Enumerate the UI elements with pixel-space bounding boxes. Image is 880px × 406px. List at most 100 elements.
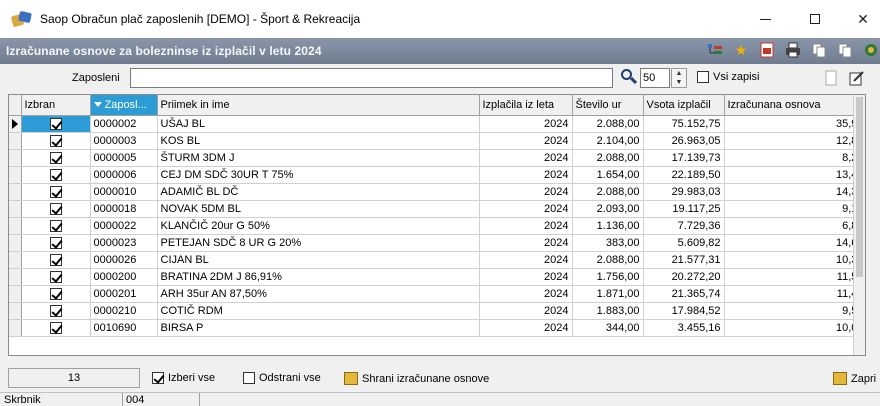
- favorite-star-icon[interactable]: ★: [732, 41, 750, 59]
- row-indicator[interactable]: [9, 268, 22, 286]
- save-bases-label: Shrani izračunane osnove: [362, 372, 490, 385]
- tree-view-icon[interactable]: [706, 41, 724, 59]
- cell-sum: 17.984,52: [643, 302, 725, 320]
- cell-hours: 2.088,00: [572, 183, 644, 201]
- row-indicator[interactable]: [9, 234, 22, 252]
- table-row[interactable]: 0010690 BIRSA P 2024 344,00 3.455,16 10,04: [9, 319, 865, 337]
- table-row[interactable]: 0000006 CEJ DM SDČ 30UR T 75% 2024 1.654,00…: [9, 166, 865, 184]
- row-checkbox[interactable]: [49, 134, 62, 147]
- cell-year: 2024: [479, 285, 573, 303]
- column-header-name[interactable]: Priimek in ime: [157, 95, 480, 116]
- row-selected-cell[interactable]: [21, 115, 91, 133]
- column-header-base[interactable]: Izračunana osnova: [724, 95, 865, 116]
- row-indicator[interactable]: [9, 302, 22, 320]
- cell-base: 10,04: [724, 319, 865, 337]
- row-checkbox[interactable]: [49, 253, 62, 266]
- row-checkbox[interactable]: [49, 219, 62, 232]
- row-selected-cell[interactable]: [21, 319, 91, 337]
- close-button[interactable]: ✕: [840, 0, 880, 38]
- row-indicator[interactable]: [9, 166, 22, 184]
- copy-all-icon[interactable]: [836, 41, 854, 59]
- copy-icon[interactable]: [810, 41, 828, 59]
- table-row[interactable]: 0000010 ADAMIČ BL DČ 2024 2.088,00 29.983,03…: [9, 183, 865, 201]
- pdf-icon[interactable]: [758, 41, 776, 59]
- row-checkbox[interactable]: [49, 117, 62, 130]
- row-checkbox[interactable]: [49, 304, 62, 317]
- table-row[interactable]: 0000002 UŠAJ BL 2024 2.088,00 75.152,75 35,99: [9, 115, 865, 133]
- row-checkbox[interactable]: [49, 270, 62, 283]
- document-icon[interactable]: [822, 69, 840, 87]
- column-header-selected[interactable]: Izbran: [21, 95, 91, 116]
- cell-name: COTIČ RDM: [157, 302, 480, 320]
- money-icon[interactable]: [862, 41, 880, 59]
- table-row[interactable]: 0000022 KLANČIČ 20ur G 50% 2024 1.136,00 7.7…: [9, 217, 865, 235]
- row-indicator[interactable]: [9, 200, 22, 218]
- table-row[interactable]: 0000200 BRATINA 2DM J 86,91% 2024 1.756,00 2…: [9, 268, 865, 286]
- close-dialog-icon: [833, 372, 847, 385]
- table-row[interactable]: 0000023 PETEJAN SDČ 8 UR G 20% 2024 383,00 5…: [9, 234, 865, 252]
- row-indicator[interactable]: [9, 115, 22, 133]
- record-limit-spinner[interactable]: ▲ ▼: [671, 68, 687, 88]
- row-checkbox[interactable]: [49, 151, 62, 164]
- row-indicator[interactable]: [9, 183, 22, 201]
- cell-year: 2024: [479, 115, 573, 133]
- employee-label: Zaposleni: [72, 72, 120, 84]
- print-icon[interactable]: [784, 41, 802, 59]
- table-row[interactable]: 0000201 ARH 35ur AN 87,50% 2024 1.871,00 21.…: [9, 285, 865, 303]
- column-header-hours[interactable]: Število ur: [572, 95, 644, 116]
- cell-hours: 1.654,00: [572, 166, 644, 184]
- row-checkbox[interactable]: [49, 168, 62, 181]
- column-header-year[interactable]: Izplačila iz leta: [479, 95, 573, 116]
- maximize-button[interactable]: [792, 0, 838, 38]
- row-indicator[interactable]: [9, 251, 22, 269]
- cell-base: 12,82: [724, 132, 865, 150]
- all-records-toggle[interactable]: Vsi zapisi: [697, 71, 759, 83]
- row-checkbox[interactable]: [49, 236, 62, 249]
- edit-icon[interactable]: [848, 69, 866, 87]
- row-selected-cell[interactable]: [21, 302, 91, 320]
- remove-all-checkbox[interactable]: [243, 372, 255, 384]
- row-selected-cell[interactable]: [21, 234, 91, 252]
- row-selected-cell[interactable]: [21, 149, 91, 167]
- row-checkbox[interactable]: [49, 202, 62, 215]
- row-indicator[interactable]: [9, 217, 22, 235]
- scrollbar-thumb[interactable]: [856, 97, 863, 277]
- row-indicator[interactable]: [9, 319, 22, 337]
- row-indicator[interactable]: [9, 132, 22, 150]
- row-indicator[interactable]: [9, 149, 22, 167]
- table-row[interactable]: 0000210COTIČ RDM20241.883,0017.984,529,5…: [9, 302, 865, 320]
- row-indicator[interactable]: [9, 285, 22, 303]
- table-row[interactable]: 0000005ŠTURM 3DM J20242.088,0017.139,738…: [9, 149, 865, 167]
- row-selected-cell[interactable]: [21, 251, 91, 269]
- employee-search-input[interactable]: [130, 68, 613, 88]
- search-icon[interactable]: [621, 69, 638, 85]
- row-selected-cell[interactable]: [21, 183, 91, 201]
- column-header-employee[interactable]: Zaposl...: [90, 95, 158, 116]
- row-selected-cell[interactable]: [21, 217, 91, 235]
- spin-down-icon[interactable]: ▼: [672, 78, 686, 87]
- save-bases-button[interactable]: Shrani izračunane osnove: [344, 372, 489, 385]
- table-row[interactable]: 0000003 KOS BL 2024 2.104,00 26.963,05 12,82: [9, 132, 865, 150]
- column-header-sum[interactable]: Vsota izplačil: [643, 95, 725, 116]
- row-checkbox[interactable]: [49, 287, 62, 300]
- remove-all-toggle[interactable]: Odstrani vse: [243, 372, 321, 384]
- row-checkbox[interactable]: [49, 185, 62, 198]
- record-limit-input[interactable]: [640, 68, 670, 88]
- table-row[interactable]: 0000026 CIJAN BL 2024 2.088,00 21.577,31 10,3…: [9, 251, 865, 269]
- row-checkbox[interactable]: [49, 321, 62, 334]
- cell-sum: 75.152,75: [643, 115, 725, 133]
- minimize-button[interactable]: [742, 0, 788, 38]
- row-selected-cell[interactable]: [21, 166, 91, 184]
- close-dialog-button[interactable]: Zapri: [833, 372, 876, 385]
- spin-up-icon[interactable]: ▲: [672, 69, 686, 78]
- row-indicator-header: [9, 95, 22, 116]
- row-selected-cell[interactable]: [21, 268, 91, 286]
- table-row[interactable]: 0000018 NOVAK 5DM BL 2024 2.093,00 19.117,25…: [9, 200, 865, 218]
- all-records-checkbox[interactable]: [697, 71, 709, 83]
- select-all-checkbox[interactable]: [152, 372, 164, 384]
- row-selected-cell[interactable]: [21, 285, 91, 303]
- row-selected-cell[interactable]: [21, 200, 91, 218]
- select-all-toggle[interactable]: Izberi vse: [152, 372, 215, 384]
- row-selected-cell[interactable]: [21, 132, 91, 150]
- vertical-scrollbar[interactable]: [853, 95, 865, 355]
